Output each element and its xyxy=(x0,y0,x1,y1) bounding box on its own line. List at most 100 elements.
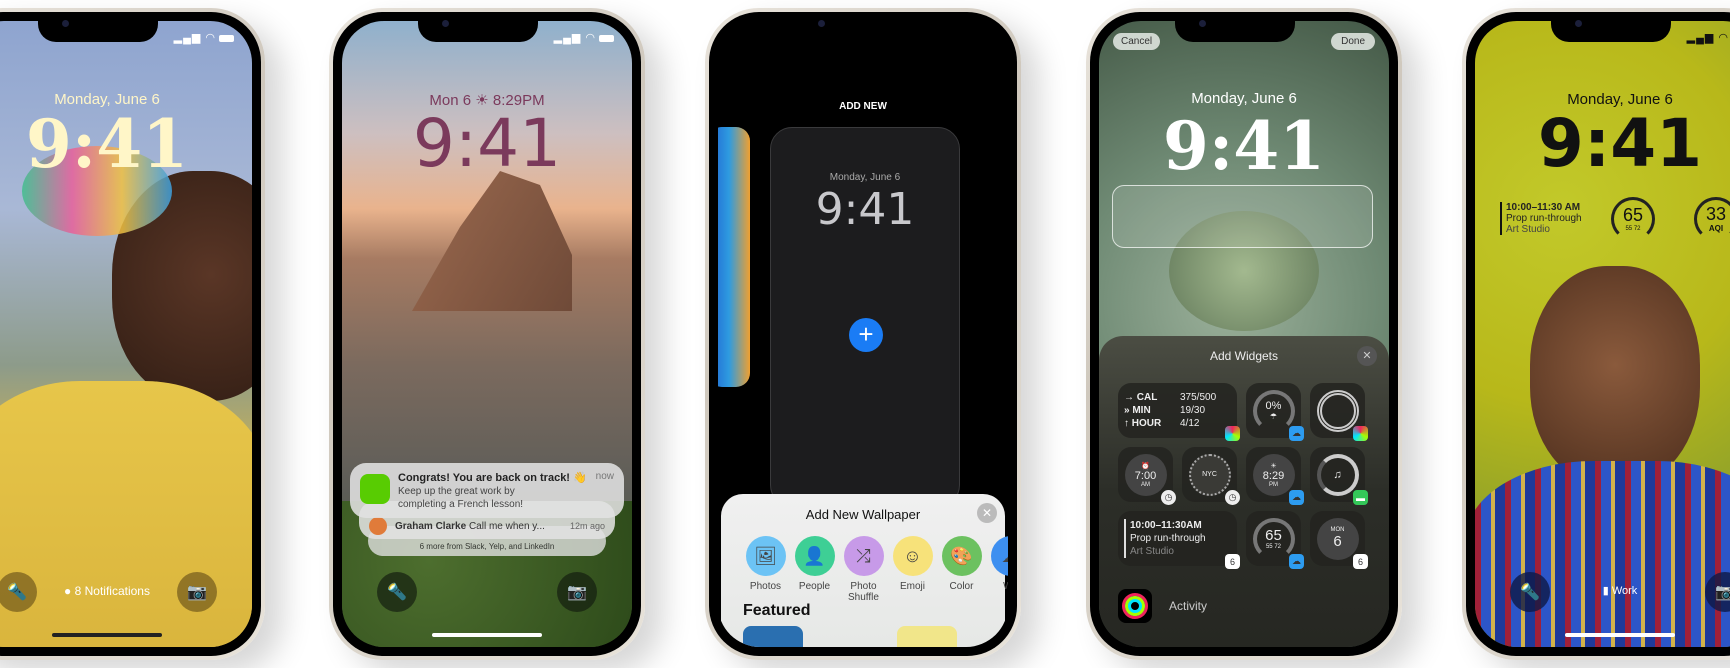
message-sender: Graham Clarke xyxy=(395,521,467,532)
home-indicator[interactable] xyxy=(52,633,162,637)
rain-value: 0% xyxy=(1265,400,1282,412)
notch xyxy=(38,12,158,42)
sheet-title: Add New Wallpaper xyxy=(805,507,921,522)
wifi-icon: ◠ xyxy=(1718,32,1729,44)
duolingo-app-icon xyxy=(360,474,390,504)
notification-body: Keep up the great work by completing a F… xyxy=(398,486,524,510)
wallpaper-option-photos[interactable]: 🖼 Photos xyxy=(743,536,788,603)
new-wallpaper-card[interactable]: Monday, June 6 9:41 + xyxy=(770,127,960,507)
contact-avatar xyxy=(369,517,387,535)
message-preview: Call me when y... xyxy=(468,521,545,532)
camera-button[interactable]: 📷 xyxy=(177,572,217,612)
color-icon: 🎨 xyxy=(941,536,982,576)
add-new-wallpaper-sheet: Add New Wallpaper ✕ 🖼 Photos 👤 People ⤮ Photo… xyxy=(721,494,1008,647)
temperature-widget[interactable]: 65 55 72 ☁ xyxy=(1246,511,1304,569)
sunset-widget[interactable]: ☀ 8:29 PM ☁ xyxy=(1246,447,1304,505)
wifi-icon: ◠ xyxy=(205,32,216,44)
airpods-battery-widget[interactable]: ♫ ▬ xyxy=(1310,447,1368,505)
temp-value: 65 xyxy=(1265,527,1282,544)
camera-icon: 📷 xyxy=(567,584,587,601)
phone-add-wallpaper: ADD NEW Monday, June 6 9:41 + Add New Wa… xyxy=(705,8,1021,660)
photo-shuffle-icon: ⤮ xyxy=(843,536,884,576)
add-new-header: ADD NEW xyxy=(839,101,887,112)
customize-lock-screen: Cancel Done Monday, June 6 9:41 Add Widg… xyxy=(1099,21,1389,647)
activity-row: ↑ HOUR 4/12 xyxy=(1124,417,1216,430)
portrait-face xyxy=(1530,266,1700,486)
close-button[interactable]: ✕ xyxy=(977,503,997,523)
temp-value: 65 xyxy=(1622,205,1644,225)
activity-row: » MIN 19/30 xyxy=(1124,404,1216,417)
close-button[interactable]: ✕ xyxy=(1357,346,1377,366)
event-location: Art Studio xyxy=(1506,224,1550,235)
focus-label: Work xyxy=(1611,585,1638,597)
date-widget[interactable]: MON 6 6 xyxy=(1310,511,1368,569)
phone-portrait-lockscreen: ▂▄▆ ◠ Monday, June 6 9:41 🔦 ● 8 Notifica… xyxy=(0,8,265,660)
option-label: People xyxy=(798,581,831,592)
activity-rings-widget[interactable] xyxy=(1310,383,1368,441)
featured-thumb[interactable] xyxy=(743,626,803,647)
notch xyxy=(794,12,914,42)
activity-app-icon xyxy=(1353,426,1368,441)
lock-date[interactable]: Monday, June 6 xyxy=(1099,90,1389,107)
featured-heading: Featured xyxy=(743,602,811,619)
widget-drop-zone[interactable] xyxy=(1112,185,1373,248)
aqi-widget[interactable]: 33 AQI xyxy=(1694,197,1730,241)
wallpaper-option-color[interactable]: 🎨 Color xyxy=(939,536,984,603)
status-bar: ▂▄▆ ◠ xyxy=(1687,31,1730,44)
event-title: Prop run-through xyxy=(1506,213,1582,224)
wallpaper-option-people[interactable]: 👤 People xyxy=(792,536,837,603)
activity-app-icon xyxy=(1225,426,1240,441)
world-clock-widget[interactable]: NYC ◷ xyxy=(1182,447,1240,505)
notification-title: Congrats! You are back on track! 👋 xyxy=(398,472,587,484)
lock-time: 9:41 xyxy=(1537,105,1703,182)
duolingo-notification[interactable]: Congrats! You are back on track! 👋 now K… xyxy=(350,463,624,518)
event-title: Prop run-through xyxy=(1130,533,1206,544)
rain-widget[interactable]: 0% ☂ ☁ xyxy=(1246,383,1304,441)
people-icon: 👤 xyxy=(794,536,835,576)
featured-thumb[interactable] xyxy=(897,626,957,647)
plus-icon: + xyxy=(858,319,874,349)
widget-grid: → CAL 375/500» MIN 19/30 ↑ HOUR 4/12 0% ☂ ☁ ⏰ 7… xyxy=(1118,383,1368,569)
event-time: 10:00–11:30AM xyxy=(1130,520,1202,531)
airpods-icon: ♫ xyxy=(1333,468,1342,481)
sunset-icon: ☀ xyxy=(1270,462,1277,470)
weather-app-icon: ☁ xyxy=(1289,490,1304,505)
activity-metric: → CAL xyxy=(1124,392,1158,403)
lock-time[interactable]: 9:41 xyxy=(1099,113,1389,179)
option-label: Photos xyxy=(749,581,782,592)
cancel-button[interactable]: Cancel xyxy=(1113,33,1161,50)
activity-widget[interactable]: → CAL 375/500 » MIN 19/30 ↑ HOUR 4/12 xyxy=(1118,383,1240,441)
focus-indicator[interactable]: ▮ Work xyxy=(1475,584,1730,597)
calendar-widget[interactable]: 10:00–11:30AM Prop run-through Art Studi… xyxy=(1118,511,1240,569)
clock-app-icon: ◷ xyxy=(1161,490,1176,505)
activity-value: 19/30 xyxy=(1180,405,1206,416)
umbrella-icon: ☂ xyxy=(1269,412,1278,421)
wallpaper-option-photo-shuffle[interactable]: ⤮ Photo Shuffle xyxy=(841,536,886,603)
home-indicator[interactable] xyxy=(432,633,542,637)
temperature-widget[interactable]: 65 55 72 xyxy=(1611,197,1655,241)
alarm-widget[interactable]: ⏰ 7:00 AM ◷ xyxy=(1118,447,1176,505)
home-indicator[interactable] xyxy=(1565,633,1675,637)
flashlight-button[interactable]: 🔦 xyxy=(377,572,417,612)
wallpaper-option-weather[interactable]: ☁ We xyxy=(988,536,1008,603)
wallpaper-options: 🖼 Photos 👤 People ⤮ Photo Shuffle ☺ Emoji 🎨 Color… xyxy=(743,536,1008,603)
add-wallpaper-plus-button[interactable]: + xyxy=(849,318,883,352)
aqi-value: 33 xyxy=(1705,204,1727,224)
activity-app-icon[interactable] xyxy=(1118,589,1152,623)
calendar-widget[interactable]: 10:00–11:30 AM Prop run-through Art Stud… xyxy=(1500,202,1582,235)
signal-icon: ▂▄▆ xyxy=(553,32,582,44)
option-label: We xyxy=(1003,581,1008,592)
yellow-sweater xyxy=(0,381,252,647)
alarm-time: 7:00 xyxy=(1134,469,1157,482)
notch xyxy=(418,12,538,42)
card-time: 9:41 xyxy=(815,184,915,235)
wallpaper-option-emoji[interactable]: ☺ Emoji xyxy=(890,536,935,603)
phone-landscape-lockscreen: ▂▄▆ ◠ Mon 6 ☀ 8:29PM 9:41 6 more from Sl… xyxy=(329,8,645,660)
activity-app-label[interactable]: Activity xyxy=(1169,599,1207,613)
done-button[interactable]: Done xyxy=(1331,33,1375,50)
status-bar: ▂▄▆ ◠ xyxy=(174,31,234,44)
lock-time: 9:41 xyxy=(25,105,189,183)
camera-button[interactable]: 📷 xyxy=(557,572,597,612)
previous-wallpaper-card[interactable] xyxy=(718,127,750,387)
temp-high: 72 xyxy=(1633,226,1641,232)
